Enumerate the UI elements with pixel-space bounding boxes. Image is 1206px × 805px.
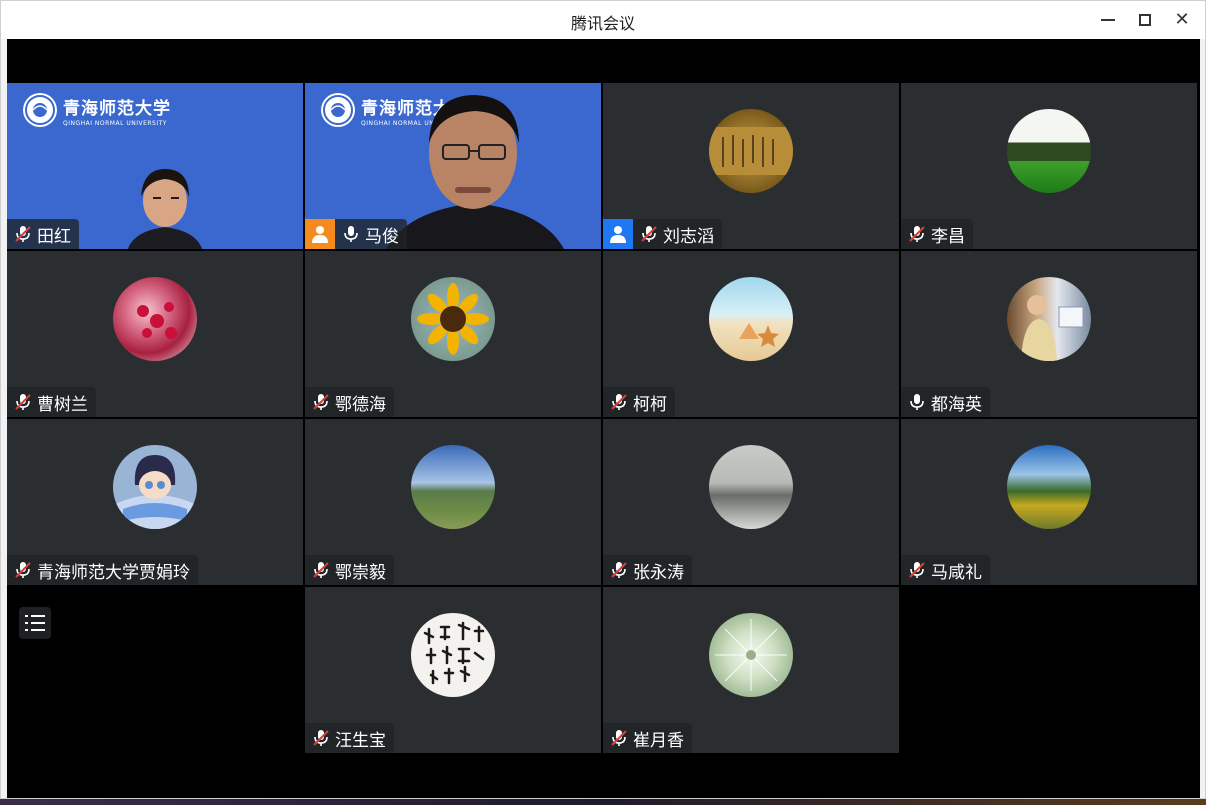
participant-name-tag: 汪生宝 bbox=[305, 723, 394, 753]
participant-video-person bbox=[386, 95, 564, 249]
microphone-muted-icon bbox=[907, 560, 927, 580]
microphone-muted-icon bbox=[907, 224, 927, 244]
participant-tile[interactable]: 刘志滔 bbox=[603, 83, 899, 249]
participant-name-tag: 鄂崇毅 bbox=[305, 555, 394, 585]
participant-name: 刘志滔 bbox=[663, 226, 714, 247]
participant-name: 马俊 bbox=[365, 226, 399, 247]
participant-name: 马咸礼 bbox=[931, 562, 982, 583]
participant-tile[interactable]: 汪生宝 bbox=[305, 587, 601, 753]
participant-name: 青海师范大学贾娟玲 bbox=[37, 562, 190, 583]
participant-name-tag: 青海师范大学贾娟玲 bbox=[7, 555, 198, 585]
participant-name-tag: 张永涛 bbox=[603, 555, 692, 585]
participant-avatar bbox=[411, 445, 495, 529]
participant-video-person bbox=[127, 169, 203, 249]
participant-name-tag: 崔月香 bbox=[603, 723, 692, 753]
participant-list-button[interactable] bbox=[19, 607, 51, 639]
university-logo: 青海师范大学 QINGHAI NORMAL UNIVERSITY bbox=[23, 93, 171, 127]
participant-tile[interactable]: 鄂德海 bbox=[305, 251, 601, 417]
minimize-button[interactable] bbox=[1090, 6, 1126, 34]
participant-avatar bbox=[113, 277, 197, 361]
participant-avatar bbox=[1007, 445, 1091, 529]
microphone-muted-icon bbox=[311, 560, 331, 580]
participant-avatar bbox=[411, 277, 495, 361]
microphone-muted-icon bbox=[311, 392, 331, 412]
participant-name: 崔月香 bbox=[633, 730, 684, 751]
participant-name: 曹树兰 bbox=[37, 394, 88, 415]
participant-name-tag: 柯柯 bbox=[603, 387, 675, 417]
participant-tile[interactable]: 曹树兰 bbox=[7, 251, 303, 417]
microphone-muted-icon bbox=[639, 224, 659, 244]
title-bar[interactable]: 腾讯会议 ✕ bbox=[1, 1, 1205, 39]
participant-name-tag: 李昌 bbox=[901, 219, 973, 249]
microphone-muted-icon bbox=[13, 224, 33, 244]
university-seal-icon bbox=[23, 93, 57, 127]
video-grid: 青海师范大学 QINGHAI NORMAL UNIVERSITY 田红 青海师范… bbox=[7, 39, 1200, 798]
participant-avatar bbox=[1007, 109, 1091, 193]
microphone-muted-icon bbox=[609, 728, 629, 748]
participant-avatar bbox=[709, 445, 793, 529]
participant-name-tag: 马俊 bbox=[335, 219, 407, 249]
microphone-icon bbox=[341, 224, 361, 244]
participant-list-icon bbox=[25, 615, 45, 631]
participant-name: 汪生宝 bbox=[335, 730, 386, 751]
participant-tile[interactable]: 青海师范大学 QINGHAI NORMAL UNIVERSITY 马俊 bbox=[305, 83, 601, 249]
maximize-button[interactable] bbox=[1127, 6, 1163, 34]
participant-name: 鄂崇毅 bbox=[335, 562, 386, 583]
close-icon: ✕ bbox=[1174, 9, 1190, 30]
host-badge bbox=[305, 219, 335, 249]
participant-name: 柯柯 bbox=[633, 394, 667, 415]
participant-tile[interactable]: 柯柯 bbox=[603, 251, 899, 417]
window-title: 腾讯会议 bbox=[570, 14, 635, 33]
microphone-muted-icon bbox=[13, 560, 33, 580]
participant-name-tag: 刘志滔 bbox=[633, 219, 722, 249]
participant-avatar bbox=[113, 445, 197, 529]
meeting-window: 腾讯会议 ✕ 青海师范大学 QINGHAI NORMAL UNIVERSITY bbox=[0, 0, 1206, 799]
participant-avatar bbox=[1007, 277, 1091, 361]
minimize-icon bbox=[1101, 19, 1115, 21]
participant-name-tag: 曹树兰 bbox=[7, 387, 96, 417]
cohost-badge bbox=[603, 219, 633, 249]
close-button[interactable]: ✕ bbox=[1164, 6, 1200, 34]
participant-name-tag: 都海英 bbox=[901, 387, 990, 417]
logo-text-cn: 青海师范大学 bbox=[63, 98, 171, 119]
participant-tile[interactable]: 李昌 bbox=[901, 83, 1197, 249]
university-seal-icon bbox=[321, 93, 355, 127]
participant-name-tag: 马咸礼 bbox=[901, 555, 990, 585]
participant-name: 李昌 bbox=[931, 226, 965, 247]
participant-name: 张永涛 bbox=[633, 562, 684, 583]
participant-tile[interactable]: 都海英 bbox=[901, 251, 1197, 417]
participant-avatar bbox=[411, 613, 495, 697]
participant-avatar bbox=[709, 277, 793, 361]
participant-avatar bbox=[709, 109, 793, 193]
microphone-muted-icon bbox=[609, 560, 629, 580]
maximize-icon bbox=[1139, 14, 1151, 26]
cohost-person-icon bbox=[610, 226, 626, 243]
participant-tile[interactable]: 马咸礼 bbox=[901, 419, 1197, 585]
host-person-icon bbox=[312, 226, 328, 243]
participant-tile[interactable]: 青海师范大学贾娟玲 bbox=[7, 419, 303, 585]
microphone-muted-icon bbox=[13, 392, 33, 412]
participant-name-tag: 田红 bbox=[7, 219, 79, 249]
participant-name: 都海英 bbox=[931, 394, 982, 415]
participant-tile[interactable]: 鄂崇毅 bbox=[305, 419, 601, 585]
participant-tile[interactable]: 崔月香 bbox=[603, 587, 899, 753]
microphone-icon bbox=[907, 392, 927, 412]
logo-text-en: QINGHAI NORMAL UNIVERSITY bbox=[63, 119, 167, 127]
participant-name: 田红 bbox=[37, 226, 71, 247]
participant-avatar bbox=[709, 613, 793, 697]
participant-tile[interactable]: 青海师范大学 QINGHAI NORMAL UNIVERSITY 田红 bbox=[7, 83, 303, 249]
participant-name-tag: 鄂德海 bbox=[305, 387, 394, 417]
participant-name: 鄂德海 bbox=[335, 394, 386, 415]
microphone-muted-icon bbox=[311, 728, 331, 748]
microphone-muted-icon bbox=[609, 392, 629, 412]
participant-tile[interactable]: 张永涛 bbox=[603, 419, 899, 585]
